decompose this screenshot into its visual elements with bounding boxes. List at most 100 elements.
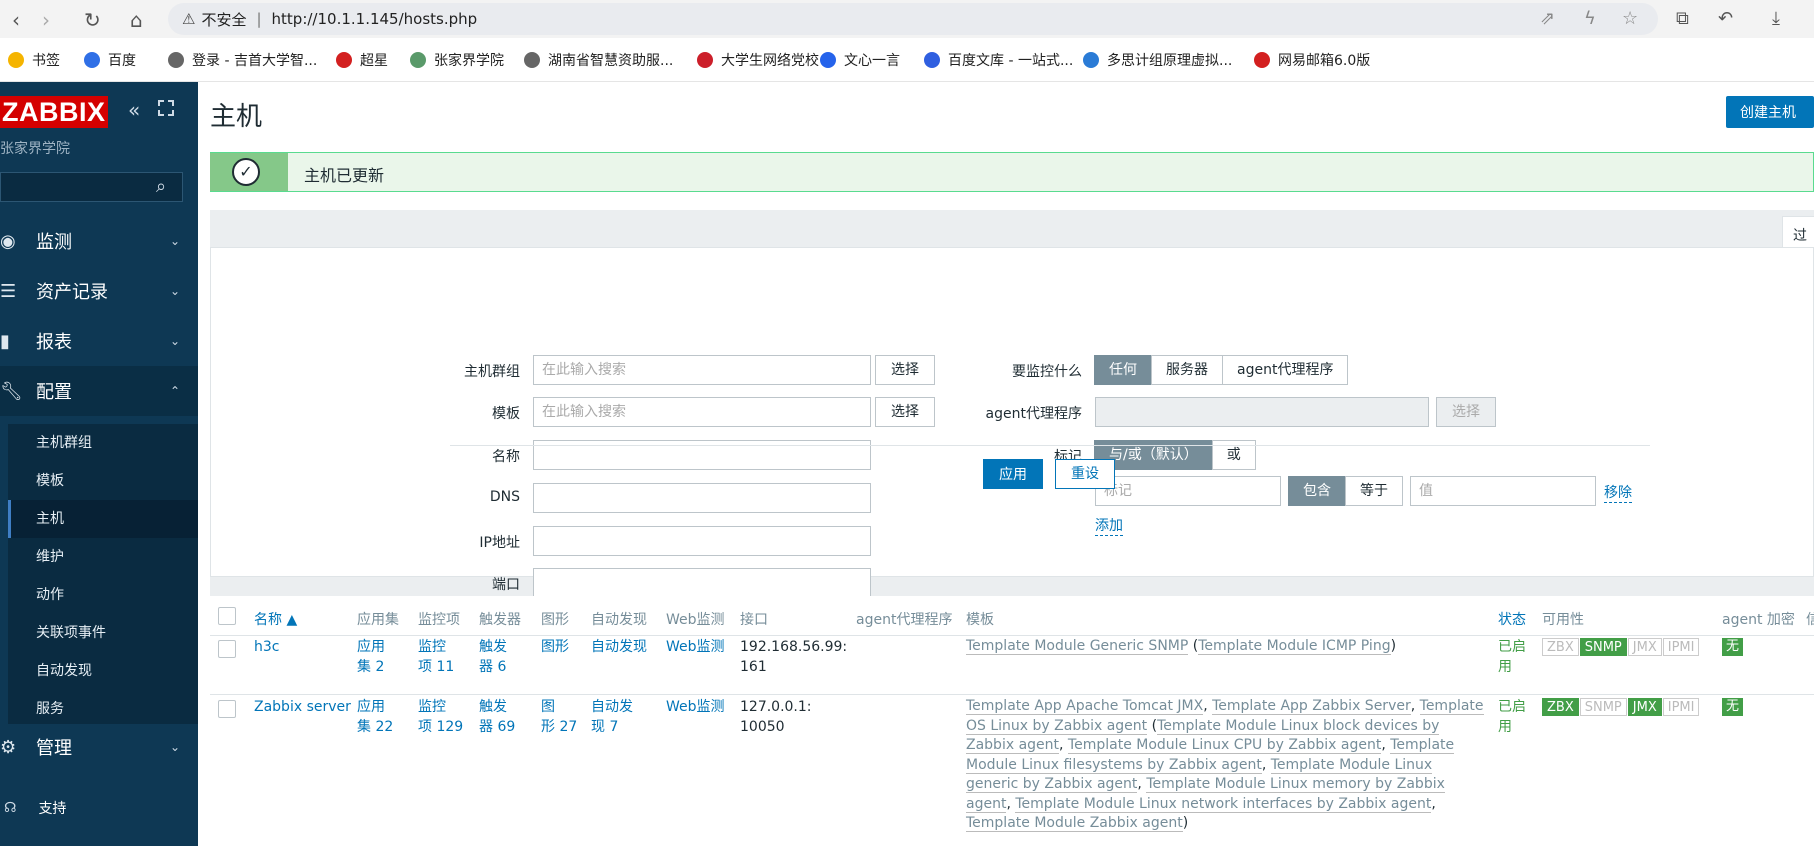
host-name-link[interactable]: Zabbix server [254,697,351,717]
bookmarks-bar: 书签 百度 登录 - 吉首大学智... 超星 张家界学院 湖南省智慧资助服... 大学生网络… [0,38,1814,82]
bookmark-item[interactable]: 文心一言 [820,50,900,70]
home-icon[interactable]: ⌂ [130,8,143,32]
filter-tab[interactable]: 过 [1782,216,1814,248]
monitored-by-segmented: 任何 服务器 agent代理程序 [1094,355,1349,385]
applications-link[interactable]: 应用集 22 [357,697,393,737]
bookmark-item[interactable]: 大学生网络党校 [697,50,819,70]
submenu-templates[interactable]: 模板 [8,462,198,500]
sidebar: ZABBIX « 张家界学院 ⌕ ◉ 监测 ⌄ ☰ 资产记录 ⌄ ▮ 报表 ⌄ … [0,82,198,846]
select-all-checkbox[interactable] [218,607,236,625]
zabbix-logo[interactable]: ZABBIX [0,96,108,128]
status-toggle[interactable]: 已启用 [1498,637,1526,677]
templates-label: 模板 [492,406,520,422]
templates-list[interactable]: Template App Apache Tomcat JMX, Template… [966,697,1486,834]
bookmark-item[interactable]: 超星 [336,50,388,70]
star-icon[interactable]: ☆ [1622,8,1638,29]
submenu-event-correlation[interactable]: 关联项事件 [8,614,198,652]
submenu-host-groups[interactable]: 主机群组 [8,424,198,462]
menu-inventory[interactable]: ☰ 资产记录 ⌄ [0,266,198,316]
web-link[interactable]: Web监测 [666,697,725,717]
reload-icon[interactable]: ↻ [84,8,101,32]
tag-op-contains[interactable]: 包含 [1288,476,1346,506]
tag-op-equals[interactable]: 等于 [1345,476,1403,506]
bookmark-item[interactable]: 百度 [84,50,136,70]
bolt-icon[interactable]: ϟ [1584,8,1596,29]
back-icon[interactable]: ‹ [12,8,20,32]
host-name-link[interactable]: h3c [254,637,279,657]
bookmark-icon [8,52,24,68]
availability-badge: JMX [1627,638,1662,656]
monitored-by-any[interactable]: 任何 [1094,355,1152,385]
download-icon[interactable]: ⤓ [1772,8,1780,29]
apply-button[interactable]: 应用 [983,459,1043,489]
discovery-link[interactable]: 自动发现 7 [591,697,633,737]
url-separator: | [256,10,262,28]
menu-monitoring[interactable]: ◉ 监测 ⌄ [0,216,198,266]
host-groups-select-button[interactable]: 选择 [875,355,935,385]
templates-input[interactable]: 在此输入搜索 [533,397,871,427]
bookmark-label: 网易邮箱6.0版 [1278,53,1371,69]
bookmark-item[interactable]: 百度文库 - 一站式... [924,50,1073,70]
items-link[interactable]: 监控项 11 [418,637,454,677]
row-checkbox[interactable] [218,700,236,718]
triggers-link[interactable]: 触发器 6 [479,637,507,677]
ip-input[interactable] [533,526,871,556]
applications-link[interactable]: 应用集 2 [357,637,385,677]
status-toggle[interactable]: 已启用 [1498,697,1526,737]
bookmark-item[interactable]: 登录 - 吉首大学智... [168,50,317,70]
menu-administration[interactable]: ⚙ 管理 ⌄ [0,722,198,772]
list-icon: ☰ [0,280,17,302]
bookmark-icon [410,52,426,68]
share-icon[interactable]: ⇗ [1540,8,1555,29]
col-name[interactable]: 名称 ▲ [254,609,297,629]
bookmark-icon [697,52,713,68]
bookmark-item[interactable]: 书签 [8,50,60,70]
dns-label: DNS [489,489,520,505]
col-proxy: agent代理程序 [856,612,953,628]
bookmark-item[interactable]: 网易邮箱6.0版 [1254,50,1370,70]
col-applications: 应用集 [357,612,399,628]
col-triggers: 触发器 [479,612,521,628]
kiosk-mode-icon[interactable] [158,100,174,116]
forward-icon[interactable]: › [42,8,50,32]
submenu-maintenance[interactable]: 维护 [8,538,198,576]
submenu-discovery[interactable]: 自动发现 [8,652,198,690]
templates-select-button[interactable]: 选择 [875,397,935,427]
bookmark-label: 湖南省智慧资助服... [548,53,674,69]
col-status[interactable]: 状态 [1498,609,1526,629]
bookmark-item[interactable]: 多思计组原理虚拟... [1083,50,1232,70]
monitored-by-proxy[interactable]: agent代理程序 [1222,355,1349,385]
discovery-link[interactable]: 自动发现 [591,637,647,657]
extensions-icon[interactable]: ⧉ [1676,8,1689,29]
address-bar[interactable]: ⚠ 不安全 | http://10.1.1.145/hosts.php [168,3,1658,35]
submenu-hosts[interactable]: 主机 [8,500,198,538]
tag-value-input[interactable]: 值 [1410,476,1596,506]
bookmark-item[interactable]: 湖南省智慧资助服... [524,50,673,70]
menu-reports[interactable]: ▮ 报表 ⌄ [0,316,198,366]
create-host-button[interactable]: 创建主机 [1726,96,1814,128]
collapse-sidebar-icon[interactable]: « [128,98,140,122]
tag-name-input[interactable]: 标记 [1095,476,1281,506]
add-tag-link[interactable]: 添加 [1095,515,1123,536]
monitored-by-server[interactable]: 服务器 [1151,355,1223,385]
remove-tag-link[interactable]: 移除 [1604,482,1632,503]
templates-list[interactable]: Template Module Generic SNMP (Template M… [966,637,1486,657]
graphs-link[interactable]: 图形 [541,637,569,657]
dns-input[interactable] [533,483,871,513]
bookmark-item[interactable]: 张家界学院 [410,50,504,70]
reset-button[interactable]: 重设 [1055,459,1115,489]
header-divider [210,635,1814,636]
triggers-link[interactable]: 触发器 69 [479,697,515,737]
port-input[interactable] [533,568,871,598]
menu-configuration[interactable]: 🔧︎ 配置 ⌃ [0,366,198,416]
items-link[interactable]: 监控项 129 [418,697,463,737]
security-label: 不安全 [201,10,247,29]
row-checkbox[interactable] [218,640,236,658]
web-link[interactable]: Web监测 [666,637,725,657]
graphs-link[interactable]: 图形 27 [541,697,577,737]
undo-icon[interactable]: ↶ [1718,8,1733,29]
search-icon[interactable]: ⌕ [156,176,166,197]
support-link[interactable]: ☊ 支持 [0,798,66,818]
submenu-actions[interactable]: 动作 [8,576,198,614]
host-groups-input[interactable]: 在此输入搜索 [533,355,871,385]
